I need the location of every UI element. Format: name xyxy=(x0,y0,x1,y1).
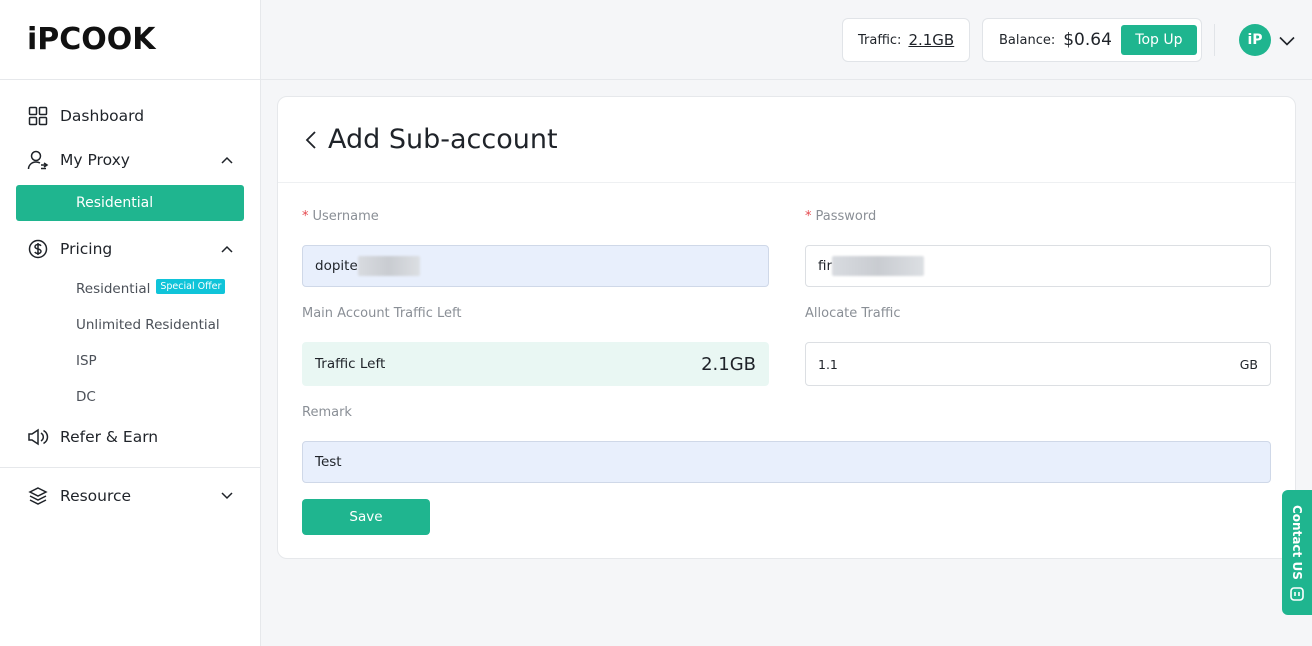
sidebar-subitem-residential-active[interactable]: Residential xyxy=(16,185,244,221)
sidebar-subitem-pricing-residential[interactable]: Residential Special Offer xyxy=(0,271,260,307)
megaphone-icon xyxy=(27,426,49,448)
layers-icon xyxy=(27,485,49,507)
password-label: * Password xyxy=(805,209,877,224)
header-divider xyxy=(1214,24,1215,56)
top-up-button[interactable]: Top Up xyxy=(1120,25,1197,55)
logo[interactable]: iPCOOK xyxy=(0,0,260,80)
sidebar-item-label: Dashboard xyxy=(60,107,145,125)
logo-text: iPCOOK xyxy=(27,22,156,57)
top-header: Traffic: 2.1GB Balance: $0.64 Top Up iP xyxy=(261,0,1312,80)
redacted-mask xyxy=(832,256,925,276)
sidebar-item-label: Pricing xyxy=(60,240,113,258)
balance-summary: Balance: $0.64 Top Up xyxy=(982,18,1202,62)
balance-value: $0.64 xyxy=(1063,30,1112,50)
allocate-traffic-unit: GB xyxy=(1239,356,1258,372)
sidebar-item-my-proxy[interactable]: My Proxy xyxy=(0,138,260,182)
required-mark: * xyxy=(302,209,309,224)
allocate-traffic-value: 1.1 xyxy=(818,356,838,372)
sidebar-item-label: Refer & Earn xyxy=(60,428,159,446)
allocate-traffic-field[interactable]: 1.1 GB xyxy=(805,342,1271,386)
chevron-down-icon xyxy=(220,489,234,503)
sidebar-subitem-label: Residential xyxy=(76,281,151,297)
traffic-left-display: Traffic Left 2.1GB xyxy=(302,342,769,386)
traffic-summary: Traffic: 2.1GB xyxy=(842,18,970,62)
user-switch-icon xyxy=(27,149,49,171)
sidebar-nav: Dashboard My Proxy Residential Pricing R… xyxy=(0,80,260,518)
sidebar-item-resource[interactable]: Resource xyxy=(0,474,260,518)
remark-field[interactable]: Test xyxy=(302,441,1271,483)
chevron-up-icon xyxy=(220,242,234,256)
password-value: fir xyxy=(818,258,833,274)
avatar[interactable]: iP xyxy=(1239,24,1271,56)
username-value: dopite xyxy=(315,258,358,274)
sidebar-item-label: Resource xyxy=(60,487,132,505)
required-mark: * xyxy=(805,209,812,224)
save-button[interactable]: Save xyxy=(302,499,430,535)
card-header: Add Sub-account xyxy=(278,97,1295,183)
allocate-traffic-label: Allocate Traffic xyxy=(805,306,901,321)
chevron-down-icon[interactable] xyxy=(1279,31,1297,49)
dollar-icon xyxy=(27,238,49,260)
sidebar-subitem-unlimited-residential[interactable]: Unlimited Residential xyxy=(0,307,260,343)
chat-icon xyxy=(1290,586,1304,601)
sidebar-item-dashboard[interactable]: Dashboard xyxy=(0,94,260,138)
sidebar-item-pricing[interactable]: Pricing xyxy=(0,227,260,271)
traffic-left-value: 2.1GB xyxy=(701,353,756,375)
username-label: * Username xyxy=(302,209,379,224)
sidebar-item-label: My Proxy xyxy=(60,151,130,169)
remark-label: Remark xyxy=(302,405,352,420)
traffic-label: Traffic: xyxy=(858,32,902,48)
contact-us-label: Contact US xyxy=(1290,505,1304,580)
redacted-mask xyxy=(357,256,420,276)
balance-label: Balance: xyxy=(999,32,1056,48)
add-sub-account-card: Add Sub-account * Username dopite * Passwo… xyxy=(277,96,1296,559)
chevron-up-icon xyxy=(220,153,234,167)
contact-us-tab[interactable]: Contact US xyxy=(1282,490,1312,615)
password-field[interactable]: fir xyxy=(805,245,1271,287)
back-arrow-icon[interactable] xyxy=(304,130,324,150)
sidebar-divider xyxy=(0,467,260,468)
special-offer-badge: Special Offer xyxy=(156,278,226,294)
page-title: Add Sub-account xyxy=(328,124,558,155)
sidebar-subitem-dc[interactable]: DC xyxy=(0,379,260,415)
main-traffic-label: Main Account Traffic Left xyxy=(302,306,462,321)
traffic-left-label: Traffic Left xyxy=(315,356,386,372)
username-field[interactable]: dopite xyxy=(302,245,769,287)
dashboard-icon xyxy=(27,105,49,127)
sidebar-item-refer-earn[interactable]: Refer & Earn xyxy=(0,415,260,459)
remark-value: Test xyxy=(315,454,342,470)
sidebar: iPCOOK Dashboard My Proxy Residential Pr… xyxy=(0,0,261,646)
traffic-value-link[interactable]: 2.1GB xyxy=(908,31,954,49)
sidebar-subitem-isp[interactable]: ISP xyxy=(0,343,260,379)
